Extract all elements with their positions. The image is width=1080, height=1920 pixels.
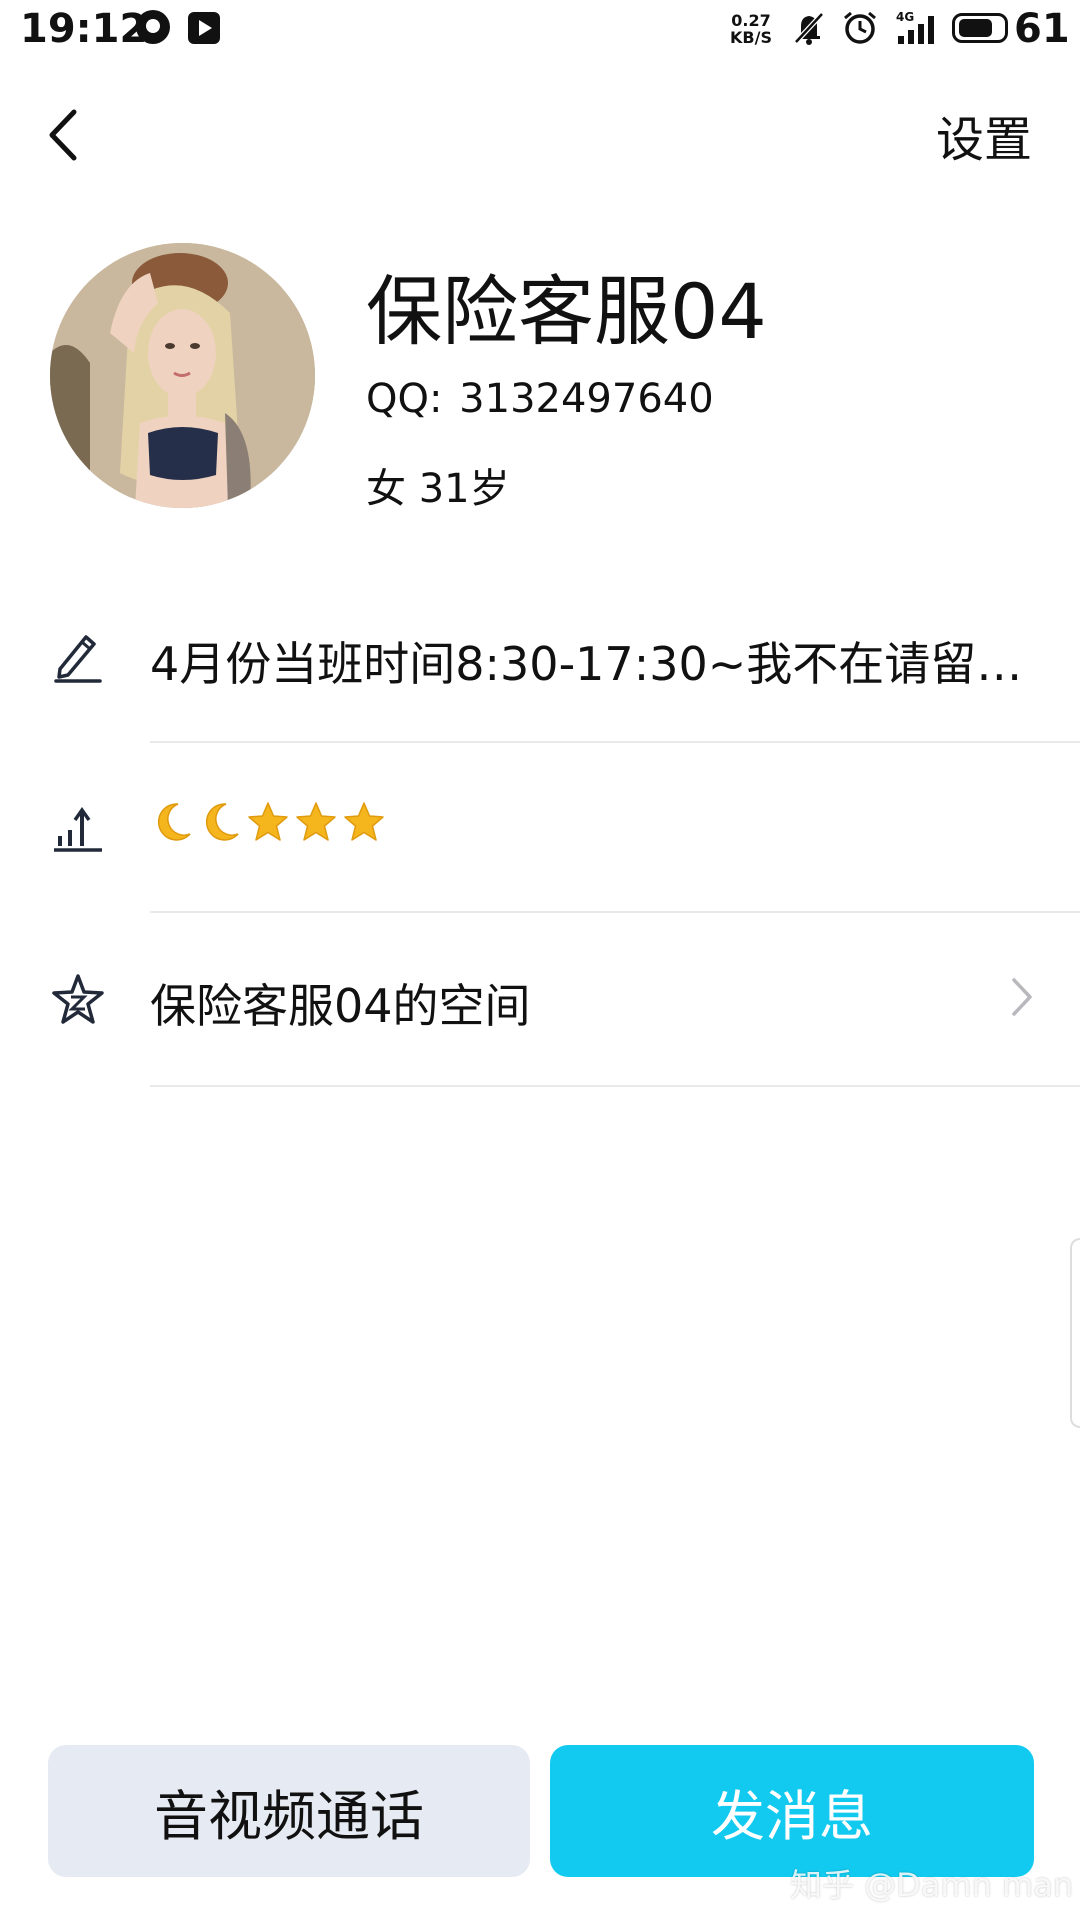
notification-app-icon [136,10,170,44]
star-icon [296,802,336,841]
watermark: 知乎 @Damn man [790,1866,1074,1904]
status-bar: 19:12 0.27 KB/S 4G 61 [0,0,1080,60]
divider [150,1085,1080,1087]
settings-button[interactable]: 设置 [936,100,1032,170]
pencil-icon [54,635,102,683]
star-icon [248,802,288,841]
send-message-button[interactable]: 发消息 [550,1745,1034,1877]
video-app-icon [188,12,220,44]
alarm-clock-icon [844,11,876,44]
signature-row[interactable]: 4月份当班时间8:30-17:30~我不在请留言… [0,572,1080,742]
network-speed-value: 0.27 [731,11,771,30]
gender-age: 女 31岁 [366,466,510,512]
network-speed: 0.27 KB/S [730,12,772,46]
back-button[interactable] [40,100,90,170]
signature-text: 4月份当班时间8:30-17:30~我不在请留言… [150,637,1050,691]
moon-icon [157,803,191,841]
audio-video-call-button[interactable]: 音视频通话 [48,1745,530,1877]
battery-level: 61 [1014,6,1070,52]
network-speed-unit: KB/S [730,28,772,47]
space-row[interactable]: 保险客服04的空间 [0,912,1080,1082]
qq-number: 3132497640 [459,376,714,422]
star-icon [344,802,384,841]
scroll-indicator[interactable] [1070,1238,1080,1428]
qq-label: QQ: [366,376,443,422]
status-time: 19:12 [20,6,148,52]
level-badges [150,800,386,844]
battery-icon [952,13,1008,43]
qq-number-line: QQ: 3132497640 [366,376,714,422]
mute-bell-icon [794,12,824,45]
qzone-star-icon [52,974,104,1024]
level-chart-icon [54,806,102,852]
space-label: 保险客服04的空间 [150,979,531,1033]
avatar-image [50,243,315,508]
moon-icon [205,803,239,841]
chevron-right-icon [1012,978,1032,1016]
profile-name: 保险客服04 [366,267,767,356]
network-type-label: 4G [896,10,914,24]
signal-strength-icon: 4G [896,10,934,44]
avatar[interactable] [50,243,315,508]
